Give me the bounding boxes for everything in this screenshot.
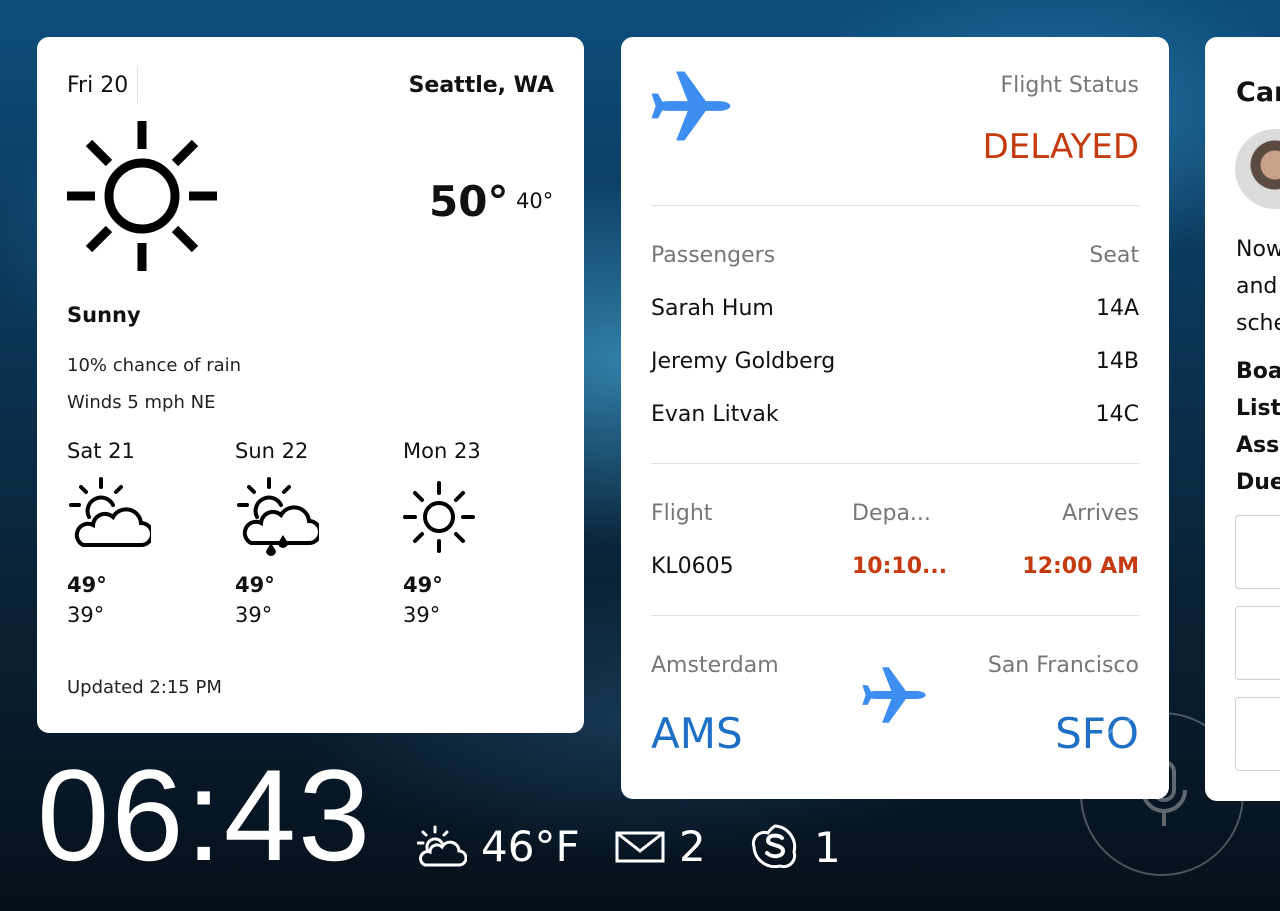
- seat-header: Seat: [1089, 243, 1139, 268]
- divider: [651, 205, 1139, 206]
- condition: Sunny: [67, 303, 141, 327]
- forecast-low: 39°: [67, 603, 105, 627]
- arrives-time: 12:00 AM: [1022, 554, 1139, 579]
- divider: [651, 615, 1139, 616]
- departs-time: 10:10...: [852, 554, 948, 579]
- divider: [651, 463, 1139, 464]
- forecast-day-label: Mon 23: [403, 439, 481, 463]
- passenger-seat: 14A: [1095, 296, 1139, 321]
- flight-card[interactable]: Flight Status DELAYED Passengers Seat Sa…: [621, 37, 1169, 799]
- forecast-high: 49°: [403, 573, 443, 597]
- flight-status-label: Flight Status: [1000, 73, 1139, 98]
- detail-label: List:: [1236, 396, 1280, 421]
- mail-icon: [615, 831, 665, 862]
- weather-date: Fri 20: [67, 73, 129, 98]
- weather-status-temp: 46°F: [481, 822, 580, 871]
- input-box[interactable]: [1235, 606, 1280, 680]
- weather-card[interactable]: Fri 20 Seattle, WA 50° 40° Sunny 10% cha…: [37, 37, 584, 733]
- passenger-name: Sarah Hum: [651, 296, 774, 321]
- arrives-header: Arrives: [1062, 501, 1139, 526]
- forecast-day: Mon 23 49° 39°: [403, 439, 553, 627]
- forecast-high: 49°: [67, 573, 107, 597]
- updated-time: Updated 2:15 PM: [67, 677, 222, 698]
- flight-number: KL0605: [651, 554, 734, 579]
- clock-time: 06:43: [37, 742, 373, 888]
- date-divider: [137, 67, 138, 103]
- origin-code: AMS: [651, 709, 743, 758]
- destination-city: San Francisco: [987, 653, 1139, 678]
- mail-status[interactable]: 2: [615, 822, 706, 871]
- airplane-icon: [651, 71, 731, 141]
- passenger-seat: 14C: [1095, 402, 1139, 427]
- microphone-icon: [1141, 760, 1187, 826]
- passenger-seat: 14B: [1095, 349, 1139, 374]
- skype-count: 1: [814, 822, 841, 872]
- flight-header: Flight: [651, 501, 713, 526]
- text-line: sche: [1236, 311, 1280, 336]
- sun-icon: [67, 121, 217, 271]
- forecast-day: Sat 21 49° 39°: [67, 439, 217, 627]
- rain-chance: 10% chance of rain: [67, 355, 242, 376]
- microphone-button[interactable]: [1080, 712, 1244, 876]
- origin-city: Amsterdam: [651, 653, 779, 678]
- temp-high: 50°: [429, 177, 509, 226]
- sun-icon: [403, 481, 475, 553]
- task-card-title: Car: [1236, 77, 1280, 108]
- passenger-name: Jeremy Goldberg: [651, 349, 836, 374]
- task-description: Now and sche: [1236, 231, 1280, 342]
- input-box[interactable]: [1235, 515, 1280, 589]
- skype-icon: [751, 824, 797, 869]
- text-line: Now: [1236, 237, 1280, 262]
- weather-status[interactable]: 46°F: [417, 822, 580, 871]
- forecast-low: 39°: [235, 603, 273, 627]
- forecast-day: Sun 22 49° 39°: [235, 439, 385, 627]
- detail-label: Assi: [1236, 433, 1280, 458]
- forecast-low: 39°: [403, 603, 441, 627]
- partly-cloudy-icon: [69, 477, 151, 547]
- detail-label: Boa: [1236, 359, 1280, 384]
- input-box[interactable]: [1235, 697, 1280, 771]
- flight-status-value: DELAYED: [982, 127, 1139, 167]
- forecast-day-label: Sat 21: [67, 439, 135, 463]
- avatar: [1235, 129, 1280, 209]
- task-card[interactable]: Car Now and sche Boa List: Assi Due: [1205, 37, 1280, 801]
- partly-cloudy-icon: [417, 825, 467, 866]
- forecast-high: 49°: [235, 573, 275, 597]
- weather-city: Seattle, WA: [408, 73, 554, 98]
- forecast-day-label: Sun 22: [235, 439, 309, 463]
- detail-label: Due: [1236, 470, 1280, 495]
- partly-cloudy-rain-icon: [237, 477, 319, 557]
- task-details: Boa List: Assi Due: [1236, 353, 1280, 501]
- mail-count: 2: [679, 822, 706, 871]
- passengers-header: Passengers: [651, 243, 776, 268]
- skype-status[interactable]: 1: [750, 822, 841, 872]
- airplane-icon: [862, 667, 926, 723]
- departs-header: Depa...: [852, 501, 931, 526]
- text-line: and: [1236, 274, 1278, 299]
- temp-low: 40°: [516, 189, 554, 213]
- wind-info: Winds 5 mph NE: [67, 392, 216, 413]
- passenger-name: Evan Litvak: [651, 402, 779, 427]
